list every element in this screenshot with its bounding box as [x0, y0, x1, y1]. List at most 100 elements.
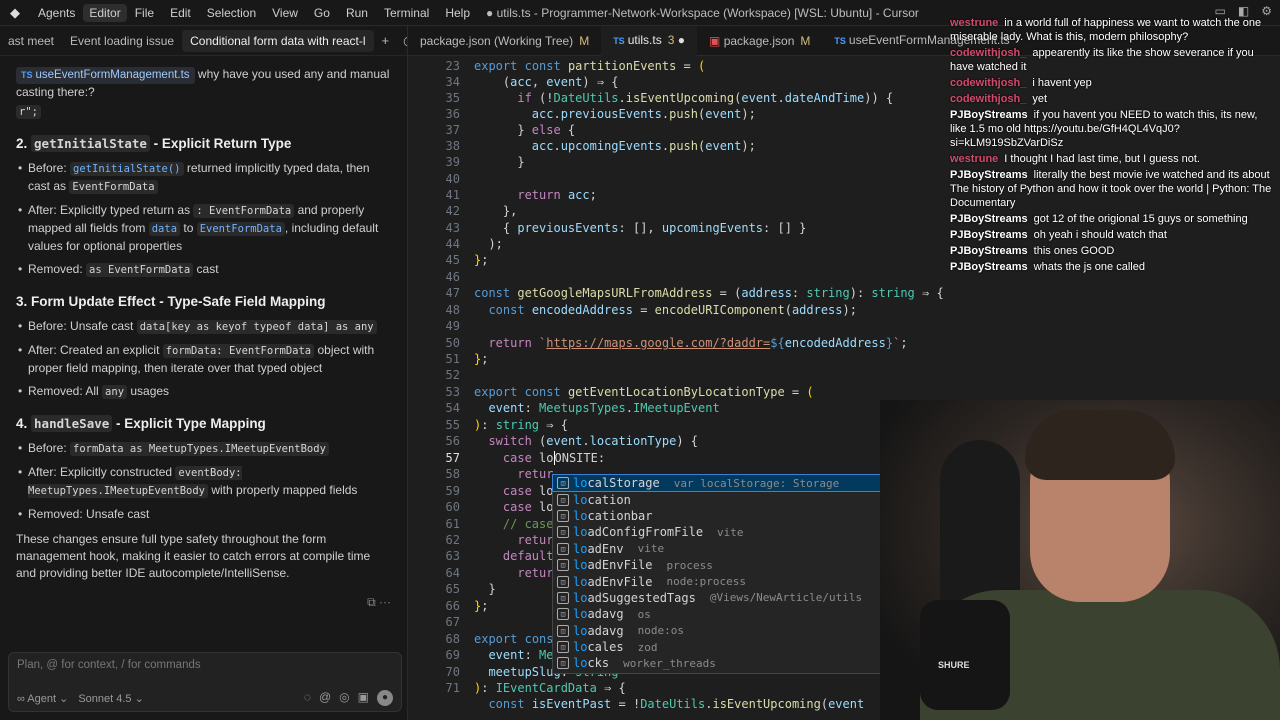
list-item: Before: getInitialState() returned impli…	[18, 160, 391, 196]
line-number: 40	[445, 172, 460, 186]
chat-username: codewithjosh_	[950, 47, 1027, 59]
code-line: export cons	[474, 632, 554, 646]
line-number: 56	[445, 434, 460, 448]
chat-tabs: ast meet Event loading issue Conditional…	[0, 26, 407, 56]
suggestion-item[interactable]: ◫ loadEnv vite	[553, 541, 924, 557]
chat-username: PJBoyStreams	[950, 245, 1028, 257]
list-item: Removed: All any usages	[18, 383, 391, 401]
code-line: event: MeetupsTypes.IMeetupEvent	[488, 401, 720, 415]
suggestion-detail: var localStorage: Storage	[673, 476, 840, 490]
suggestion-item[interactable]: ◫ location	[553, 491, 924, 507]
file-context-chip[interactable]: TS useEventFormManagement.ts	[16, 67, 195, 84]
list-item: After: Created an explicit formData: Eve…	[18, 342, 391, 377]
suggestion-detail: process	[666, 558, 713, 572]
suggestion-item[interactable]: ◫ locks worker_threads	[553, 655, 924, 671]
menu-selection[interactable]: Selection	[199, 0, 264, 26]
symbol-icon: ◫	[557, 493, 569, 506]
composer[interactable]: Plan, @ for context, / for commands ∞ Ag…	[8, 652, 402, 712]
editor-tab[interactable]: package.json (Working Tree) M	[408, 26, 601, 56]
code-line: { previousEvents: [], upcomingEvents: []…	[474, 221, 807, 235]
menu-agents[interactable]: Agents	[30, 0, 83, 26]
symbol-icon: ◫	[557, 559, 569, 572]
suggestion-item[interactable]: ◫ loadavg os	[553, 606, 924, 622]
chat-message: PJBoyStreams got 12 of the origional 15 g…	[950, 212, 1275, 226]
suggestion-item[interactable]: ◫ locationbar	[553, 508, 924, 524]
chat-text: this ones GOOD	[1033, 245, 1115, 257]
line-number: 35	[445, 91, 460, 105]
code-line: (acc, event) ⇒ {	[474, 75, 619, 89]
editor-tab[interactable]: ▣ package.json M	[697, 26, 822, 56]
loading-spinner-icon: ◌	[303, 690, 311, 704]
new-chat-plus-icon[interactable]: +	[382, 33, 390, 49]
microphone-icon[interactable]: ●	[377, 690, 393, 706]
line-number: 37	[445, 123, 460, 137]
symbol-icon: ◫	[557, 624, 569, 637]
code-line: return `https://maps.google.com/?daddr=$…	[488, 336, 908, 350]
line-number-current: 57	[445, 451, 460, 465]
chat-text: whats the js one called	[1033, 261, 1145, 273]
code-line: const isEventPast = !DateUtils.isEventUp…	[488, 697, 865, 711]
suggestion-item[interactable]: ◫ loadSuggestedTags @Views/NewArticle/util…	[553, 590, 924, 606]
model-select[interactable]: Sonnet 4.5 ⌄	[78, 692, 144, 705]
globe-icon[interactable]: ◎	[339, 690, 349, 706]
code-line: ): string ⇒ {	[474, 418, 568, 432]
menu-edit[interactable]: Edit	[162, 0, 199, 26]
chat-text: oh yeah i should watch that	[1033, 229, 1167, 241]
menu-file[interactable]: File	[127, 0, 162, 26]
autocomplete-suggestions[interactable]: ◫ localStorage var localStorage: Storage ◫ l…	[552, 473, 925, 674]
chat-tab-active[interactable]: Conditional form data with react-l	[182, 29, 374, 52]
image-icon[interactable]: ▣	[358, 690, 369, 706]
code-line: }	[474, 582, 496, 596]
editor-tab-active[interactable]: TS utils.ts 3 ●	[601, 26, 697, 56]
suggestion-item[interactable]: ◫ loadEnvFile process	[553, 557, 924, 573]
chat-message: PJBoyStreams literally the best movie ive…	[950, 168, 1275, 210]
chat-username: westrune	[950, 153, 999, 165]
menu-editor[interactable]: Editor	[83, 3, 127, 22]
line-number: 70	[445, 665, 460, 679]
line-number: 42	[445, 204, 460, 218]
composer-input[interactable]: Plan, @ for context, / for commands	[17, 659, 201, 671]
code-fragment: r";	[16, 105, 41, 119]
list-item: Removed: as EventFormData cast	[18, 261, 391, 279]
chat-message: codewithjosh_ yet	[950, 92, 1275, 106]
code-line: retur	[517, 533, 554, 547]
chat-text: got 12 of the origional 15 guys or somet…	[1033, 213, 1248, 225]
line-number: 67	[445, 615, 460, 629]
line-number: 43	[445, 221, 460, 235]
suggestion-item[interactable]: ◫ localStorage var localStorage: Storage	[552, 473, 925, 493]
line-number: 51	[445, 352, 460, 366]
symbol-icon: ◫	[557, 509, 569, 522]
agent-mode-select[interactable]: ∞ Agent ⌄	[17, 692, 68, 705]
typescript-file-icon: TS	[613, 36, 625, 46]
suggestion-item[interactable]: ◫ loadavg node:os	[553, 623, 924, 639]
mention-at-icon[interactable]: @	[319, 690, 331, 706]
code-line: };	[474, 352, 489, 366]
menu-help[interactable]: Help	[437, 0, 478, 26]
menu-go[interactable]: Go	[306, 0, 338, 26]
menu-terminal[interactable]: Terminal	[376, 0, 437, 26]
list-item: After: Explicitly constructed eventBody:…	[18, 464, 391, 500]
chat-message: codewithjosh_ i havent yep	[950, 76, 1275, 90]
window-title: ● utils.ts - Programmer-Network-Workspac…	[486, 5, 919, 20]
chat-tab[interactable]: ast meet	[0, 34, 62, 48]
cursor-logo-icon[interactable]: ◆	[0, 5, 30, 21]
line-number: 36	[445, 107, 460, 121]
chat-username: PJBoyStreams	[950, 169, 1028, 181]
line-number: 66	[445, 599, 460, 613]
symbol-icon: ◫	[557, 526, 569, 539]
suggestion-item[interactable]: ◫ loadConfigFromFile vite	[553, 524, 924, 540]
menu-view[interactable]: View	[264, 0, 306, 26]
code-line: },	[474, 204, 518, 218]
chat-text: I thought I had last time, but I guess n…	[1004, 153, 1200, 165]
chat-username: westrune	[950, 17, 999, 29]
chat-text: yet	[1032, 93, 1048, 105]
suggestion-item[interactable]: ◫ locales zod	[553, 639, 924, 655]
summary-text: These changes ensure full type safety th…	[16, 532, 371, 580]
menu-run[interactable]: Run	[338, 0, 376, 26]
suggestion-item[interactable]: ◫ loadEnvFile node:process	[553, 573, 924, 589]
line-number: 48	[445, 303, 460, 317]
chat-username: PJBoyStreams	[950, 213, 1028, 225]
suggestion-label: locks	[573, 656, 610, 671]
chat-tab[interactable]: Event loading issue	[62, 34, 182, 48]
copy-icon[interactable]: ⧉ ⋯	[16, 594, 391, 611]
